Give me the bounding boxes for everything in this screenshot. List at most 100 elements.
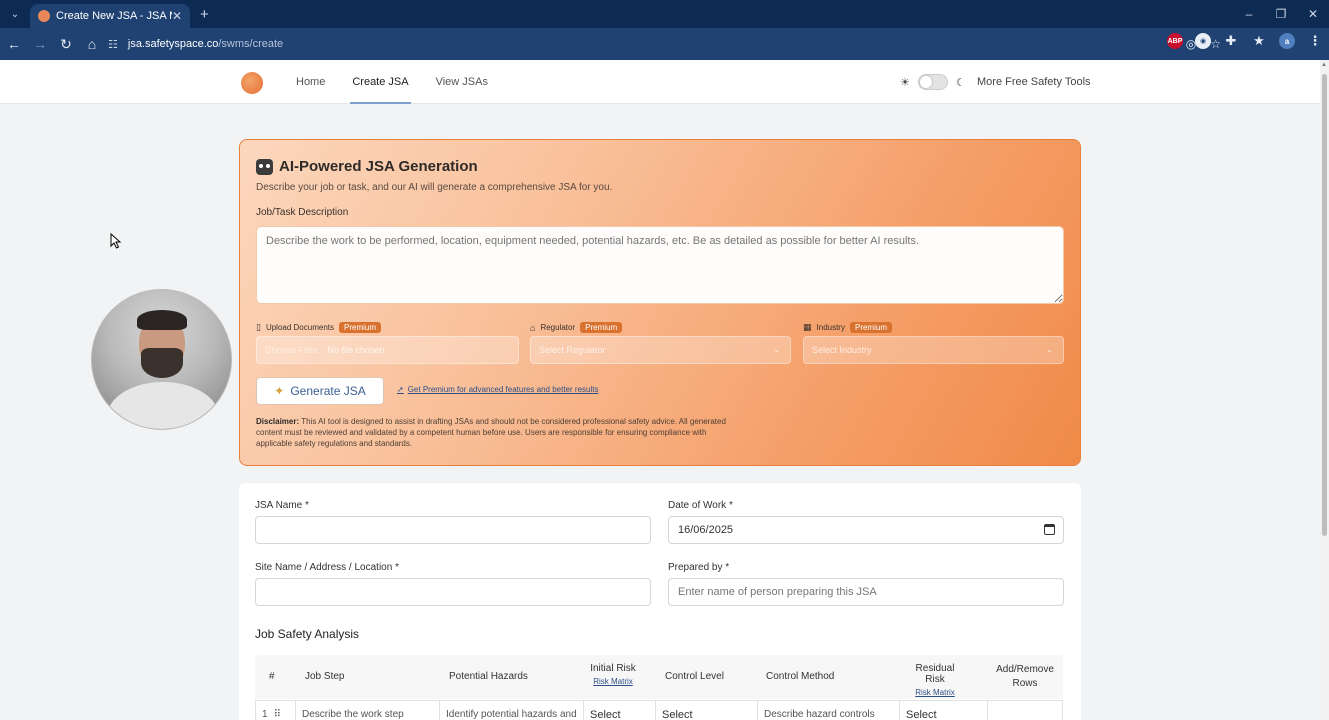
jsa-table-header: # Job Step Potential Hazards Initial Ris… (255, 655, 1063, 699)
sparkle-icon: ✦ (274, 384, 285, 398)
minimize-icon[interactable]: – (1233, 0, 1265, 28)
disclaimer-text: Disclaimer: This AI tool is designed to … (256, 416, 726, 449)
close-window-icon[interactable]: ✕ (1297, 0, 1329, 28)
nav-view-jsas[interactable]: View JSAs (436, 60, 488, 104)
sun-icon: ☀ (900, 76, 910, 89)
disclaimer-label: Disclaimer: (256, 417, 300, 426)
scrollbar-thumb[interactable] (1322, 74, 1327, 536)
robot-icon (256, 158, 273, 175)
browser-tab-active[interactable]: Create New JSA - JSA Maker ✕ (30, 4, 190, 28)
person-hair (137, 310, 187, 330)
browser-tabbar: ⌄ Create New JSA - JSA Maker ✕ + – ❐ ✕ (0, 0, 1329, 28)
no-file-text: No file chosen (327, 345, 385, 355)
building-icon: ⌂ (530, 322, 536, 333)
home-icon[interactable]: ⌂ (80, 36, 104, 52)
ai-generation-card: AI-Powered JSA Generation Describe your … (239, 139, 1081, 466)
drag-handle-icon[interactable]: ⠿ (274, 709, 281, 720)
calendar-icon[interactable] (1044, 524, 1055, 535)
restore-icon[interactable]: ❐ (1265, 0, 1297, 28)
col-add-remove: Add/Remove Rows (996, 664, 1054, 689)
col-control-method: Control Method (766, 671, 835, 682)
profile-avatar[interactable]: a (1279, 33, 1295, 49)
row-number: 1 (262, 709, 268, 720)
site-info-icon[interactable]: ☷ (108, 38, 118, 51)
webcam-overlay (91, 289, 232, 430)
jsa-section-title: Job Safety Analysis (255, 627, 360, 641)
chevron-down-icon: ⌄ (773, 345, 780, 354)
tab-search-icon[interactable]: ⌄ (4, 3, 26, 25)
jsa-name-input[interactable] (255, 516, 651, 544)
page-scrollbar[interactable]: ▲ (1320, 60, 1329, 720)
extensions-area: ABP ◉ ✚ ★ a ⋮ (1167, 33, 1323, 49)
address-bar[interactable]: ☷ jsa.safetyspace.co/swms/create ◎ ☆ (108, 32, 1221, 56)
scroll-up-icon[interactable]: ▲ (1321, 62, 1327, 68)
residual-risk-text: Residual Risk (915, 663, 955, 685)
industry-select-value: Select Industry (812, 345, 872, 355)
browser-menu-icon[interactable]: ⋮ (1307, 33, 1323, 49)
document-icon: ▯ (256, 322, 261, 332)
disclaimer-body: This AI tool is designed to assist in dr… (256, 417, 726, 448)
col-number: # (269, 671, 275, 682)
control-level-select[interactable]: Select (656, 701, 758, 720)
premium-badge: Premium (580, 322, 623, 333)
hazards-input[interactable]: Identify potential hazards and (440, 701, 584, 720)
prepared-by-label: Prepared by * (668, 562, 730, 573)
add-remove-cell[interactable] (988, 701, 1064, 720)
prepared-by-input[interactable]: Enter name of person preparing this JSA (668, 578, 1064, 606)
date-of-work-input[interactable]: 16/06/2025 (668, 516, 1064, 544)
regulator-label: ⌂ Regulator Premium (530, 322, 623, 333)
ai-card-title: AI-Powered JSA Generation (256, 158, 478, 175)
industry-label-text: Industry (816, 323, 845, 332)
initial-risk-matrix-link[interactable]: Risk Matrix (588, 677, 638, 686)
premium-link-text: Get Premium for advanced features and be… (407, 385, 599, 394)
ai-card-subtitle: Describe your job or task, and our AI wi… (256, 182, 613, 193)
extensions-puzzle-icon[interactable]: ✚ (1223, 33, 1239, 49)
task-description-input[interactable] (256, 226, 1064, 304)
nav-create-jsa[interactable]: Create JSA (350, 60, 411, 104)
factory-icon: ▦ (803, 322, 812, 332)
tab-title: Create New JSA - JSA Maker (56, 10, 172, 22)
choose-files-button[interactable]: Choose Files (265, 345, 318, 355)
residual-risk-matrix-link[interactable]: Risk Matrix (905, 688, 965, 697)
col-initial-risk: Initial Risk Risk Matrix (588, 663, 638, 686)
regulator-select[interactable]: Select Regulator ⌄ (530, 336, 791, 364)
residual-risk-select[interactable]: Select (900, 701, 988, 720)
moon-icon: ☾ (955, 76, 966, 89)
rocket-icon: ➚ (397, 385, 404, 394)
initial-risk-select[interactable]: Select (584, 701, 656, 720)
url-path: /swms/create (218, 38, 284, 50)
control-method-input[interactable]: Describe hazard controls (758, 701, 900, 720)
url-host: jsa.safetyspace.co (127, 38, 219, 50)
get-premium-link[interactable]: ➚ Get Premium for advanced features and … (397, 385, 598, 394)
site-logo[interactable] (241, 72, 263, 94)
jsa-form-card: JSA Name * Date of Work * 16/06/2025 Sit… (239, 483, 1081, 720)
nav-home[interactable]: Home (296, 60, 325, 104)
forward-icon[interactable]: → (28, 36, 52, 52)
theme-switcher: ☀ ☾ (900, 74, 966, 90)
person-beard (141, 348, 183, 378)
generate-button-label: Generate JSA (290, 384, 366, 398)
adblock-icon[interactable]: ABP (1167, 33, 1183, 49)
browser-toolbar: ← → ↻ ⌂ ☷ jsa.safetyspace.co/swms/create… (0, 28, 1329, 60)
file-upload-input[interactable]: Choose Files No file chosen (256, 336, 519, 364)
col-potential-hazards: Potential Hazards (449, 671, 528, 682)
more-tools-link[interactable]: More Free Safety Tools (977, 60, 1091, 104)
initial-risk-text: Initial Risk (590, 663, 636, 674)
bookmarks-icon[interactable]: ★ (1251, 33, 1267, 49)
upload-label-text: Upload Documents (265, 323, 334, 332)
jsa-name-label: JSA Name * (255, 500, 309, 511)
window-controls: – ❐ ✕ (1233, 0, 1329, 28)
dark-mode-toggle[interactable] (917, 74, 948, 90)
industry-select[interactable]: Select Industry ⌄ (803, 336, 1064, 364)
date-of-work-label: Date of Work * (668, 500, 733, 511)
job-step-input[interactable]: Describe the work step (296, 701, 440, 720)
new-tab-icon[interactable]: + (200, 6, 209, 23)
generate-jsa-button[interactable]: ✦ Generate JSA (256, 377, 384, 405)
site-location-input[interactable] (255, 578, 651, 606)
back-icon[interactable]: ← (2, 36, 26, 52)
ai-title-text: AI-Powered JSA Generation (279, 158, 478, 175)
chevron-down-icon: ⌄ (1046, 345, 1053, 354)
extension-icon[interactable]: ◉ (1195, 33, 1211, 49)
reload-icon[interactable]: ↻ (54, 36, 78, 53)
close-tab-icon[interactable]: ✕ (172, 9, 182, 23)
